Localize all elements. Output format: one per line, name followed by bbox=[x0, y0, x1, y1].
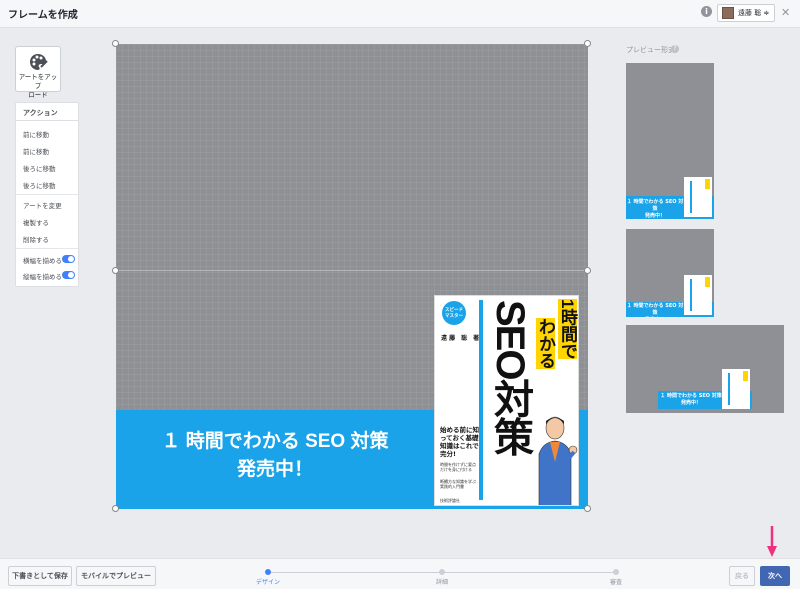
book-author: 遠 藤 聡 著 bbox=[441, 335, 480, 342]
preview-landscape-book bbox=[722, 369, 750, 409]
banner-line-1: １ 時間でわかる SEO 対策 bbox=[161, 431, 389, 452]
back-button[interactable]: 戻る bbox=[729, 566, 755, 586]
info-icon[interactable]: i bbox=[701, 6, 712, 17]
badge-line-2: マスター bbox=[445, 314, 463, 319]
resize-handle-top-left[interactable] bbox=[112, 40, 119, 47]
resize-handle-bottom-right[interactable] bbox=[584, 505, 591, 512]
man-illustration bbox=[538, 416, 578, 505]
preview-square-book bbox=[684, 275, 712, 315]
resize-handle-middle-right[interactable] bbox=[584, 267, 591, 274]
step-dot-design bbox=[265, 569, 271, 575]
preview-portrait[interactable]: １ 時間でわかる SEO 対策 発売中！ bbox=[626, 63, 714, 219]
palette-icon bbox=[30, 54, 48, 70]
action-bring-to-front[interactable]: 前に移動 bbox=[23, 146, 49, 156]
preview-landscape-banner-line-1: １ 時間でわかる SEO 対策 bbox=[660, 393, 722, 399]
account-name: 遠藤 聡 ≑ bbox=[738, 9, 770, 17]
book-title-3: SEO対策 bbox=[487, 300, 533, 454]
step-dot-review bbox=[613, 569, 619, 575]
book-publisher: 技術評論社 bbox=[440, 498, 460, 503]
action-fit-height-label: 縦幅を揃める bbox=[23, 273, 62, 281]
preview-portrait-book bbox=[684, 177, 712, 217]
action-bring-forward[interactable]: 前に移動 bbox=[23, 129, 49, 139]
divider bbox=[16, 194, 78, 195]
resize-handle-top-right[interactable] bbox=[584, 40, 591, 47]
actions-header: アクション bbox=[16, 103, 78, 121]
upload-label-line2: ロード bbox=[28, 91, 48, 99]
preview-square[interactable]: １ 時間でわかる SEO 対策 発売中！ bbox=[626, 229, 714, 317]
top-bar: フレームを作成 i 遠藤 聡 ≑ ✕ bbox=[0, 0, 800, 28]
banner-line-2: 発売中！ bbox=[236, 459, 313, 480]
resize-handle-bottom-left[interactable] bbox=[112, 505, 119, 512]
actions-panel: アクション 前に移動 前に移動 後ろに移動 後ろに移動 アートを変更 複製する … bbox=[15, 102, 79, 287]
badge-line-1: スピード bbox=[445, 308, 463, 313]
page-title: フレームを作成 bbox=[8, 10, 78, 21]
avatar bbox=[722, 7, 734, 19]
action-send-to-back[interactable]: 後ろに移動 bbox=[23, 180, 56, 190]
book-cover[interactable]: スピード マスター 遠 藤 聡 著 1時間で わかる SEO対策 始める前に知っ… bbox=[434, 295, 579, 506]
banner-text: １ 時間でわかる SEO 対策 発売中！ bbox=[116, 428, 434, 484]
preview-info-icon[interactable]: ? bbox=[671, 45, 679, 53]
book-blurb: 始める前に知っておく基礎知識はこれで完分! bbox=[440, 426, 479, 458]
action-change-art[interactable]: アートを変更 bbox=[23, 200, 62, 210]
next-button[interactable]: 次へ bbox=[760, 566, 790, 586]
mobile-preview-button[interactable]: モバイルでプレビュー bbox=[76, 566, 156, 586]
divider bbox=[16, 248, 78, 249]
action-delete[interactable]: 削除する bbox=[23, 234, 49, 244]
resize-handle-middle-left[interactable] bbox=[112, 267, 119, 274]
close-icon[interactable]: ✕ bbox=[781, 6, 790, 19]
book-note-2: 断續方な知識を学ぶ実践的入門書 bbox=[440, 479, 476, 489]
book-note-1: 時間を作けずに要点だけを身に付ける bbox=[440, 462, 476, 472]
frame-guide bbox=[116, 270, 588, 271]
preview-landscape-banner-line-2: 発売中！ bbox=[680, 400, 701, 406]
book-title-2: わかる bbox=[535, 318, 555, 369]
step-dot-details bbox=[439, 569, 445, 575]
speed-master-badge: スピード マスター bbox=[442, 301, 466, 325]
preview-label: プレビュー形式 bbox=[626, 46, 675, 54]
book-title-part-a: 1時間で bbox=[558, 299, 577, 360]
step-design[interactable]: デザイン bbox=[256, 577, 280, 586]
annotation-arrow-icon bbox=[767, 526, 777, 557]
action-duplicate[interactable]: 複製する bbox=[23, 217, 49, 227]
book-title-1: 1時間で bbox=[557, 299, 577, 360]
upload-art-button[interactable]: アートをアップ ロード bbox=[15, 46, 61, 99]
preview-banner-line-1: １ 時間でわかる SEO 対策 bbox=[626, 199, 684, 212]
upload-label-line1: アートをアップ bbox=[18, 73, 58, 90]
action-send-backward[interactable]: 後ろに移動 bbox=[23, 163, 56, 173]
bottom-bar: 下書きとして保存 モバイルでプレビュー デザイン 詳細 審査 戻る 次へ bbox=[0, 558, 800, 589]
fit-width-toggle[interactable] bbox=[62, 255, 75, 263]
save-draft-button[interactable]: 下書きとして保存 bbox=[8, 566, 72, 586]
preview-landscape[interactable]: １ 時間でわかる SEO 対策 発売中！ bbox=[626, 325, 784, 413]
fit-height-toggle[interactable] bbox=[62, 271, 75, 279]
cover-stripe bbox=[479, 300, 483, 500]
account-switcher[interactable]: 遠藤 聡 ≑ bbox=[717, 4, 775, 22]
step-details[interactable]: 詳細 bbox=[436, 577, 448, 586]
action-fit-width-label: 横幅を揃める bbox=[23, 257, 62, 265]
preview-square-banner-line-1: １ 時間でわかる SEO 対策 bbox=[626, 303, 684, 316]
step-review[interactable]: 審査 bbox=[610, 577, 622, 586]
book-title-part-b: わかる bbox=[536, 318, 555, 369]
preview-banner-line-2: 発売中！ bbox=[644, 213, 665, 219]
book-title-part-c: SEO対策 bbox=[488, 300, 532, 455]
frame-canvas[interactable]: １ 時間でわかる SEO 対策 発売中！ スピード マスター 遠 藤 聡 著 1… bbox=[112, 40, 591, 512]
